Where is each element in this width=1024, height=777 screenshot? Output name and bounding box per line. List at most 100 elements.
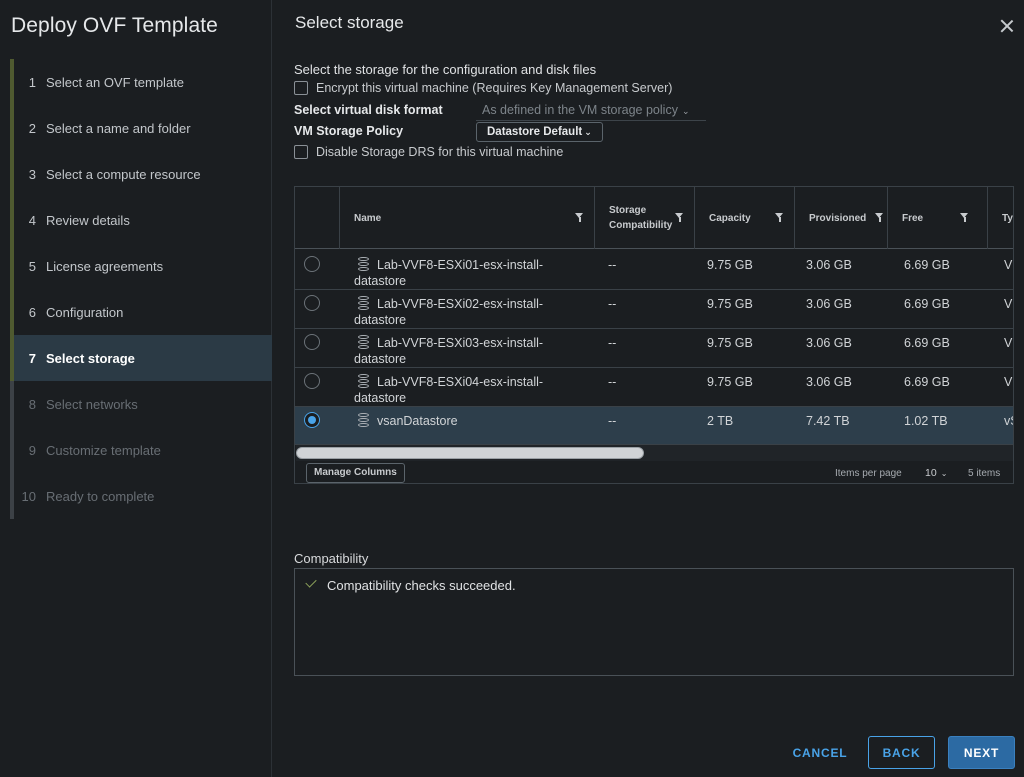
encrypt-checkbox-row[interactable]: Encrypt this virtual machine (Requires K… xyxy=(294,81,672,95)
cell-type: V xyxy=(1004,375,1013,389)
cell-provisioned: 3.06 GB xyxy=(806,336,852,350)
storage-policy-value: Datastore Default xyxy=(487,126,583,138)
step-label: Customize template xyxy=(46,442,161,458)
items-per-page-value: 10 xyxy=(925,467,937,479)
column-header-label: Capacity xyxy=(709,212,751,224)
step-number: 2 xyxy=(28,120,36,136)
column-header-provisioned[interactable]: Provisioned xyxy=(794,187,887,249)
cell-compat: -- xyxy=(608,258,617,272)
row-radio[interactable] xyxy=(304,334,320,350)
compat-header-line1: Storage xyxy=(609,205,647,216)
cell-capacity: 9.75 GB xyxy=(707,297,753,311)
filter-icon[interactable] xyxy=(775,213,784,223)
column-header-compatibility[interactable]: Storage Compatibility xyxy=(594,187,694,249)
disable-drs-checkbox[interactable] xyxy=(294,145,308,159)
step-label: Select an OVF template xyxy=(46,74,185,90)
disable-drs-label: Disable Storage DRS for this virtual mac… xyxy=(316,145,564,159)
compatibility-message: Compatibility checks succeeded. xyxy=(327,578,516,593)
close-icon[interactable] xyxy=(998,17,1016,35)
step-label: Ready to complete xyxy=(46,488,155,504)
wizard-steps: 1 Select an OVF template 2 Select a name a… xyxy=(10,59,272,519)
table-row[interactable]: Lab-VVF8-ESXi02-esx-install-datastore --… xyxy=(295,290,1013,329)
cell-free: 1.02 TB xyxy=(904,414,948,428)
row-radio[interactable] xyxy=(304,295,320,311)
wizard-step-7[interactable]: 7 Select storage xyxy=(10,335,272,381)
wizard-step-2[interactable]: 2 Select a name and folder xyxy=(10,105,272,151)
filter-icon[interactable] xyxy=(675,213,684,223)
step-label: Select a name and folder xyxy=(46,120,191,136)
table-row[interactable]: Lab-VVF8-ESXi01-esx-install-datastore --… xyxy=(295,251,1013,290)
wizard-step-1[interactable]: 1 Select an OVF template xyxy=(10,59,272,105)
step-number: 1 xyxy=(28,74,36,90)
cell-type: V xyxy=(1004,297,1013,311)
cell-provisioned: 3.06 GB xyxy=(806,258,852,272)
step-label: Select networks xyxy=(46,396,138,412)
filter-icon[interactable] xyxy=(575,213,584,223)
intro-text: Select the storage for the configuration… xyxy=(294,62,597,77)
cell-provisioned: 3.06 GB xyxy=(806,297,852,311)
encrypt-checkbox[interactable] xyxy=(294,81,308,95)
step-number: 7 xyxy=(28,350,36,366)
wizard-step-6[interactable]: 6 Configuration xyxy=(10,289,272,335)
table-row[interactable]: Lab-VVF8-ESXi04-esx-install-datastore --… xyxy=(295,368,1013,407)
main-panel: Select storage Select the storage for th… xyxy=(273,0,1024,777)
column-header-name[interactable]: Name xyxy=(339,187,594,249)
column-header-free[interactable]: Free xyxy=(887,187,987,249)
cell-compat: -- xyxy=(608,297,617,311)
cell-provisioned: 7.42 TB xyxy=(806,414,850,428)
table-row[interactable]: Lab-VVF8-ESXi03-esx-install-datastore --… xyxy=(295,329,1013,368)
storage-policy-select[interactable]: Datastore Default ⌄ xyxy=(476,122,603,142)
column-header-label: Ty xyxy=(1002,212,1013,224)
column-header-label: Free xyxy=(902,212,924,224)
step-number: 10 xyxy=(21,488,36,504)
step-number: 4 xyxy=(28,212,36,228)
column-header-capacity[interactable]: Capacity xyxy=(694,187,794,249)
back-button[interactable]: BACK xyxy=(868,736,935,769)
manage-columns-button[interactable]: Manage Columns xyxy=(306,463,405,483)
column-header-type[interactable]: Ty xyxy=(987,187,1013,249)
cell-capacity: 2 TB xyxy=(707,414,734,428)
compatibility-label: Compatibility xyxy=(294,551,369,566)
disk-format-value: As defined in the VM storage policy xyxy=(482,103,678,117)
wizard-step-10: 10 Ready to complete xyxy=(10,473,272,519)
row-radio[interactable] xyxy=(304,256,320,272)
scrollbar-thumb[interactable] xyxy=(296,447,644,459)
wizard-step-4[interactable]: 4 Review details xyxy=(10,197,272,243)
table-row-selected[interactable]: vsanDatastore -- 2 TB 7.42 TB 1.02 TB vS xyxy=(295,407,1013,445)
step-label: Select storage xyxy=(46,350,135,366)
row-radio[interactable] xyxy=(304,373,320,389)
step-label: Select a compute resource xyxy=(46,166,201,182)
cell-name: Lab-VVF8-ESXi02-esx-install-datastore xyxy=(354,297,544,327)
cell-capacity: 9.75 GB xyxy=(707,336,753,350)
check-icon xyxy=(305,576,317,588)
row-radio-selected[interactable] xyxy=(304,412,320,428)
cell-compat: -- xyxy=(608,336,617,350)
cell-name: Lab-VVF8-ESXi01-esx-install-datastore xyxy=(354,258,544,288)
encrypt-label: Encrypt this virtual machine (Requires K… xyxy=(316,81,673,95)
step-label: Configuration xyxy=(46,304,124,320)
step-number: 5 xyxy=(28,258,36,274)
items-per-page-select[interactable]: 10 ⌄ xyxy=(925,467,947,479)
grid-footer: Manage Columns Items per page 10 ⌄ 5 item… xyxy=(295,461,1013,483)
total-items-count: 5 items xyxy=(968,468,1001,479)
step-number: 6 xyxy=(28,304,36,320)
filter-icon[interactable] xyxy=(960,213,969,223)
step-number: 8 xyxy=(28,396,36,412)
items-per-page-label: Items per page xyxy=(835,468,902,479)
datastore-grid: Name Storage Compatibility Capacity Provi… xyxy=(294,186,1014,484)
column-header-label: Provisioned xyxy=(809,212,867,224)
cell-compat: -- xyxy=(608,375,617,389)
horizontal-scrollbar[interactable] xyxy=(296,445,1013,461)
cell-name: Lab-VVF8-ESXi04-esx-install-datastore xyxy=(354,375,544,405)
disk-format-select[interactable]: As defined in the VM storage policy ⌄ xyxy=(476,100,706,121)
wizard-step-3[interactable]: 3 Select a compute resource xyxy=(10,151,272,197)
step-label: License agreements xyxy=(46,258,164,274)
wizard-sidebar: Deploy OVF Template 1 Select an OVF templ… xyxy=(0,0,272,777)
storage-policy-label: VM Storage Policy xyxy=(294,124,404,138)
disable-drs-checkbox-row[interactable]: Disable Storage DRS for this virtual mac… xyxy=(294,145,563,159)
filter-icon[interactable] xyxy=(875,213,884,223)
cancel-button[interactable]: CANCEL xyxy=(785,736,855,769)
wizard-step-5[interactable]: 5 License agreements xyxy=(10,243,272,289)
next-button[interactable]: NEXT xyxy=(948,736,1015,769)
cell-type: vS xyxy=(1004,414,1013,428)
